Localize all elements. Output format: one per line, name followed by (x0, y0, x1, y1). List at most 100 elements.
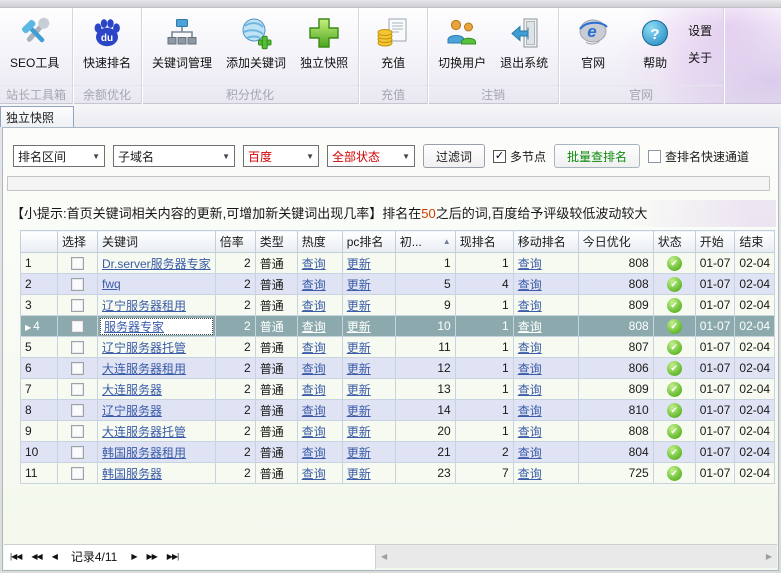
table-row[interactable]: 10韩国服务器租用2普通查询更新212查询804✔01-0702-04 (21, 442, 775, 463)
sitemap-button[interactable]: 关键词管理 (145, 10, 219, 85)
heat-query-link[interactable]: 查询 (302, 341, 326, 355)
ie-browser-button[interactable]: e官网 (562, 10, 624, 85)
row-checkbox[interactable] (71, 404, 84, 417)
column-header-5[interactable]: 热度 (297, 231, 342, 253)
pc-rank-update-link[interactable]: 更新 (347, 446, 371, 460)
mobile-rank-query-link[interactable]: 查询 (518, 341, 542, 355)
heat-query-link[interactable]: 查询 (302, 278, 326, 292)
row-checkbox[interactable] (71, 425, 84, 438)
fast-next-icon[interactable]: ▶▶ (146, 552, 156, 561)
fast-prev-icon[interactable]: ◀◀ (31, 552, 41, 561)
row-checkbox[interactable] (71, 446, 84, 459)
globe-add-button[interactable]: 添加关键词 (219, 10, 293, 85)
mobile-rank-query-link[interactable]: 查询 (518, 467, 542, 481)
keyword-link[interactable]: Dr.server服务器专家 (102, 257, 211, 271)
table-row[interactable]: 6大连服务器租用2普通查询更新121查询806✔01-0702-04 (21, 358, 775, 379)
pc-rank-update-link[interactable]: 更新 (347, 425, 371, 439)
tab-standalone-snapshot[interactable]: 独立快照 (0, 106, 74, 127)
column-header-2[interactable]: 关键词 (98, 231, 216, 253)
next-record-icon[interactable]: ▶ (131, 552, 136, 561)
heat-query-link[interactable]: 查询 (302, 383, 326, 397)
filter-words-button[interactable]: 过滤词 (423, 144, 485, 168)
switch-users-button[interactable]: 切换用户 (431, 10, 493, 85)
pc-rank-update-link[interactable]: 更新 (347, 467, 371, 481)
column-header-9[interactable]: 移动排名 (513, 231, 578, 253)
mobile-rank-query-link[interactable]: 查询 (518, 257, 542, 271)
table-row[interactable]: 7大连服务器2普通查询更新131查询809✔01-0702-04 (21, 379, 775, 400)
column-header-10[interactable]: 今日优化 (578, 231, 653, 253)
row-checkbox[interactable] (71, 299, 84, 312)
keyword-link[interactable]: 大连服务器租用 (102, 362, 186, 376)
mobile-rank-query-link[interactable]: 查询 (518, 278, 542, 292)
scrollbar-right-icon[interactable]: ▶ (761, 552, 777, 561)
column-header-7[interactable]: ▲初... (395, 231, 455, 253)
mobile-rank-query-link[interactable]: 查询 (518, 425, 542, 439)
multi-node-checkbox-wrap[interactable]: ✓ 多节点 (493, 148, 546, 165)
mobile-rank-query-link[interactable]: 查询 (518, 320, 542, 334)
fast-channel-checkbox-wrap[interactable]: 查排名快速通道 (648, 148, 749, 165)
rank-range-dropdown[interactable]: 排名区间 ▼ (13, 145, 105, 167)
column-header-11[interactable]: 状态 (653, 231, 695, 253)
column-header-4[interactable]: 类型 (255, 231, 297, 253)
pc-rank-update-link[interactable]: 更新 (347, 383, 371, 397)
mobile-rank-query-link[interactable]: 查询 (518, 362, 542, 376)
help-button[interactable]: ?帮助 (624, 10, 686, 85)
pc-rank-update-link[interactable]: 更新 (347, 404, 371, 418)
table-row[interactable]: 8辽宁服务器2普通查询更新141查询810✔01-0702-04 (21, 400, 775, 421)
tools-button[interactable]: SEO工具 (3, 10, 66, 85)
row-checkbox[interactable] (71, 383, 84, 396)
exit-door-button[interactable]: 退出系统 (493, 10, 555, 85)
table-row[interactable]: 3辽宁服务器租用2普通查询更新91查询809✔01-0702-04 (21, 295, 775, 316)
keyword-link[interactable]: fwq (102, 277, 121, 291)
heat-query-link[interactable]: 查询 (302, 425, 326, 439)
settings-button[interactable]: 设置 (688, 22, 712, 39)
pc-rank-update-link[interactable]: 更新 (347, 341, 371, 355)
table-row[interactable]: 5辽宁服务器托管2普通查询更新111查询807✔01-0702-04 (21, 337, 775, 358)
pc-rank-update-link[interactable]: 更新 (347, 362, 371, 376)
table-row[interactable]: 1Dr.server服务器专家2普通查询更新11查询808✔01-0702-04 (21, 253, 775, 274)
keyword-link[interactable]: 韩国服务器租用 (102, 446, 186, 460)
row-checkbox[interactable] (71, 467, 84, 480)
row-checkbox[interactable] (71, 320, 84, 333)
pc-rank-update-link[interactable]: 更新 (347, 257, 371, 271)
heat-query-link[interactable]: 查询 (302, 362, 326, 376)
heat-query-link[interactable]: 查询 (302, 320, 326, 334)
scrollbar-left-icon[interactable]: ◀ (376, 552, 392, 561)
heat-query-link[interactable]: 查询 (302, 299, 326, 313)
baidu-paw-button[interactable]: du快速排名 (76, 10, 138, 85)
column-header-6[interactable]: pc排名 (342, 231, 395, 253)
keyword-link[interactable]: 辽宁服务器 (102, 404, 162, 418)
prev-record-icon[interactable]: ◀ (52, 552, 57, 561)
checkbox-unchecked-icon[interactable] (648, 150, 661, 163)
checkbox-checked-icon[interactable]: ✓ (493, 150, 506, 163)
status-filter-dropdown[interactable]: 全部状态 ▼ (327, 145, 415, 167)
keyword-link[interactable]: 大连服务器 (102, 383, 162, 397)
heat-query-link[interactable]: 查询 (302, 257, 326, 271)
keyword-link[interactable]: 辽宁服务器租用 (102, 299, 186, 313)
table-row[interactable]: 11韩国服务器2普通查询更新237查询725✔01-0702-04 (21, 463, 775, 484)
row-checkbox[interactable] (71, 257, 84, 270)
subdomain-dropdown[interactable]: 子域名 ▼ (113, 145, 235, 167)
table-row[interactable]: ▶4服务器专家2普通查询更新101查询808✔01-0702-04 (21, 316, 775, 337)
keyword-inline-editor[interactable]: 服务器专家 (100, 318, 213, 335)
keyword-link[interactable]: 辽宁服务器托管 (102, 341, 186, 355)
row-checkbox[interactable] (71, 278, 84, 291)
green-plus-button[interactable]: 独立快照 (293, 10, 355, 85)
column-header-0[interactable] (21, 231, 58, 253)
column-header-1[interactable]: 选择 (58, 231, 98, 253)
pc-rank-update-link[interactable]: 更新 (347, 320, 371, 334)
keyword-link[interactable]: 服务器专家 (104, 318, 164, 335)
heat-query-link[interactable]: 查询 (302, 446, 326, 460)
mobile-rank-query-link[interactable]: 查询 (518, 383, 542, 397)
heat-query-link[interactable]: 查询 (302, 467, 326, 481)
keyword-link[interactable]: 韩国服务器 (102, 467, 162, 481)
pc-rank-update-link[interactable]: 更新 (347, 299, 371, 313)
row-checkbox[interactable] (71, 362, 84, 375)
last-record-icon[interactable]: ▶▶| (167, 552, 178, 561)
keyword-link[interactable]: 大连服务器托管 (102, 425, 186, 439)
first-record-icon[interactable]: |◀◀ (10, 552, 21, 561)
mobile-rank-query-link[interactable]: 查询 (518, 299, 542, 313)
batch-rank-check-button[interactable]: 批量查排名 (554, 144, 640, 168)
coins-button[interactable]: 充值 (362, 10, 424, 85)
column-header-8[interactable]: 现排名 (455, 231, 513, 253)
